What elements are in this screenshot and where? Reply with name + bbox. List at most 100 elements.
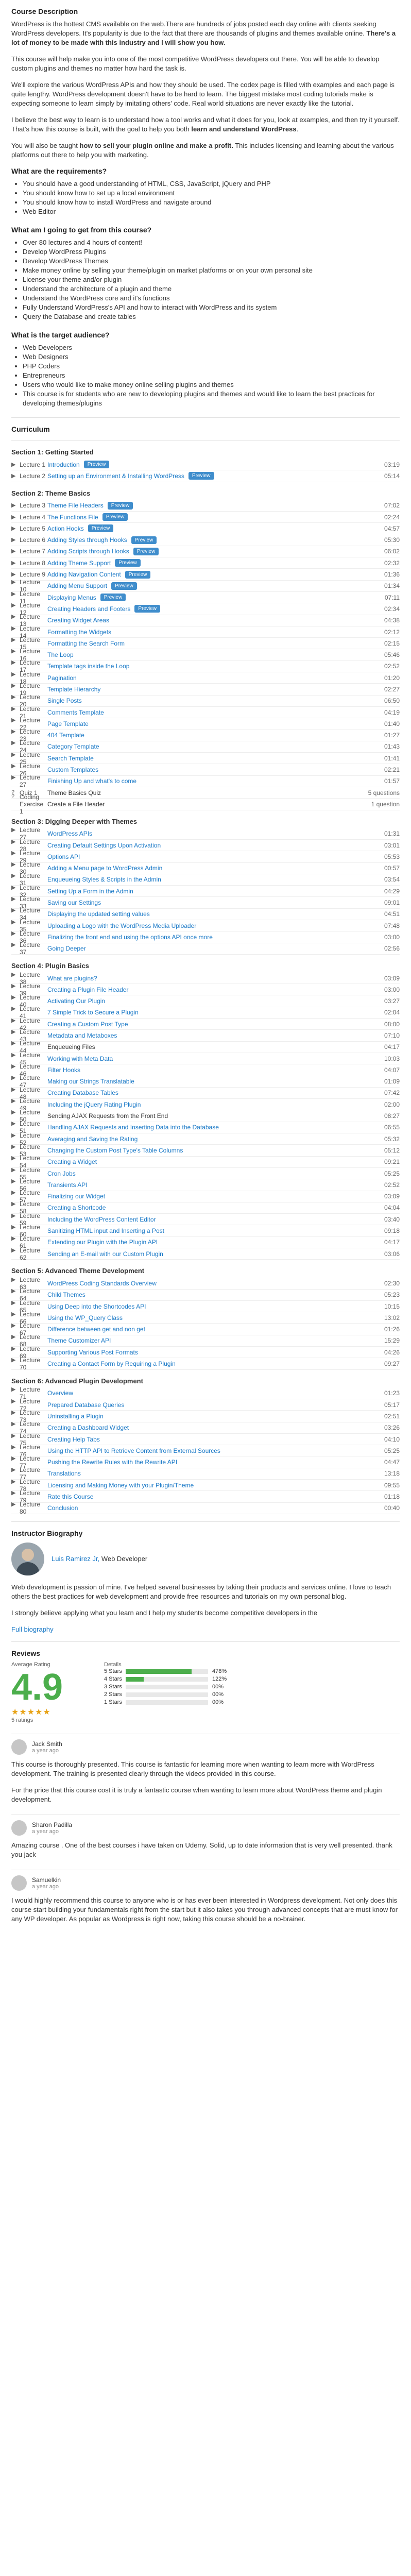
lecture-title[interactable]: Setting Up a Form in the Admin <box>47 888 358 895</box>
lecture-row[interactable]: ▶ Lecture 4 The Functions File Preview 02:24 <box>11 512 400 523</box>
lecture-row[interactable]: ▶ Lecture 64 Child Themes 05:23 <box>11 1287 400 1302</box>
lecture-title[interactable]: Filter Hooks <box>47 1066 358 1074</box>
lecture-title-text[interactable]: Activating Our Plugin <box>47 997 105 1005</box>
lecture-title-text[interactable]: Conclusion <box>47 1504 78 1512</box>
lecture-title[interactable]: Creating Widget Areas <box>47 617 358 624</box>
lecture-title[interactable]: Saving our Settings <box>47 899 358 906</box>
lecture-title[interactable]: Cron Jobs <box>47 1170 358 1177</box>
lecture-row[interactable]: ▶ Lecture 57 Finalizing our Widget 03:09 <box>11 1189 400 1204</box>
lecture-title-text[interactable]: Page Template <box>47 720 89 727</box>
lecture-title-text[interactable]: Prepared Database Queries <box>47 1401 124 1409</box>
lecture-row[interactable]: ▶ Lecture 38 What are plugins? 03:09 <box>11 971 400 986</box>
lecture-row[interactable]: ▶ Lecture 74 Creating a Dashboard Widget 03… <box>11 1420 400 1435</box>
lecture-title[interactable]: Conclusion <box>47 1504 358 1512</box>
lecture-title-text[interactable]: Creating Headers and Footers <box>47 605 130 613</box>
lecture-title-text[interactable]: Template Hierarchy <box>47 686 100 693</box>
lecture-title-text[interactable]: Search Template <box>47 755 94 762</box>
lecture-row[interactable]: ▶ Lecture 9 Adding Navigation Content Previ… <box>11 569 400 581</box>
lecture-title-text[interactable]: Saving our Settings <box>47 899 101 906</box>
lecture-title[interactable]: Adding Styles through Hooks Preview <box>47 536 358 544</box>
lecture-title-text[interactable]: Theme File Headers <box>47 502 104 509</box>
lecture-title[interactable]: Action Hooks Preview <box>47 524 358 533</box>
lecture-title-text[interactable]: Translations <box>47 1470 81 1477</box>
lecture-row[interactable]: ▶ Lecture 18 Pagination 01:20 <box>11 671 400 685</box>
lecture-row[interactable]: ▶ Lecture 44 Enqueueing Files 04:17 <box>11 1040 400 1054</box>
lecture-row[interactable]: ▶ Lecture 15 Formatting the Search Form 02:… <box>11 636 400 651</box>
lecture-row[interactable]: ▶ Lecture 72 Prepared Database Queries 05:1… <box>11 1398 400 1412</box>
instructor-name-link[interactable]: Luis Ramirez Jr, <box>52 1555 99 1563</box>
lecture-title-text[interactable]: Sending an E-mail with our Custom Plugin <box>47 1250 163 1258</box>
preview-button[interactable]: Preview <box>100 594 126 602</box>
lecture-title-text[interactable]: Creating Widget Areas <box>47 617 109 624</box>
lecture-title[interactable]: Enqueueing Files <box>47 1043 358 1050</box>
lecture-row[interactable]: ▶ Lecture 49 Including the jQuery Rating P… <box>11 1097 400 1112</box>
lecture-title[interactable]: Using the WP_Query Class <box>47 1314 358 1321</box>
lecture-title-text[interactable]: Custom Templates <box>47 766 98 773</box>
preview-button[interactable]: Preview <box>188 472 214 480</box>
lecture-title[interactable]: Theme File Headers Preview <box>47 501 358 510</box>
lecture-title-text[interactable]: Working with Meta Data <box>47 1055 113 1062</box>
lecture-title-text[interactable]: Including the jQuery Rating Plugin <box>47 1101 141 1108</box>
lecture-title[interactable]: Prepared Database Queries <box>47 1401 358 1409</box>
lecture-row[interactable]: ▶ Lecture 65 Using Deep into the Shortcode… <box>11 1299 400 1314</box>
lecture-title-text[interactable]: Creating a Custom Post Type <box>47 1021 128 1028</box>
preview-button[interactable]: Preview <box>111 582 137 590</box>
lecture-title[interactable]: Uninstalling a Plugin <box>47 1413 358 1420</box>
lecture-title[interactable]: Comments Template <box>47 709 358 716</box>
lecture-title[interactable]: Overview <box>47 1389 358 1397</box>
lecture-row[interactable]: ▶ Lecture 23 404 Template 01:27 <box>11 728 400 742</box>
lecture-title-text[interactable]: Template tags inside the Loop <box>47 663 129 670</box>
lecture-title[interactable]: Template tags inside the Loop <box>47 663 358 670</box>
lecture-row[interactable]: ▶ Lecture 48 Creating Database Tables 07:42 <box>11 1086 400 1100</box>
lecture-title[interactable]: Adding Navigation Content Preview <box>47 570 358 579</box>
lecture-row[interactable]: ▶ Lecture 54 Creating a Widget 09:21 <box>11 1155 400 1169</box>
lecture-title[interactable]: Formatting the Widgets <box>47 629 358 636</box>
lecture-title-text[interactable]: Adding Styles through Hooks <box>47 536 127 544</box>
lecture-title[interactable]: Licensing and Making Money with your Plu… <box>47 1482 358 1489</box>
lecture-title-text[interactable]: Adding Navigation Content <box>47 571 121 578</box>
lecture-title-text[interactable]: Transients API <box>47 1181 88 1189</box>
lecture-title[interactable]: Theme Basics Quiz <box>47 789 358 796</box>
lecture-title-text[interactable]: Extending our Plugin with the Plugin API <box>47 1239 158 1246</box>
lecture-title-text[interactable]: Supporting Various Post Formats <box>47 1349 138 1356</box>
lecture-row[interactable]: ▶ Lecture 78 Licensing and Making Money wi… <box>11 1478 400 1493</box>
lecture-title[interactable]: Creating a Custom Post Type <box>47 1021 358 1028</box>
lecture-title-text[interactable]: Filter Hooks <box>47 1066 80 1074</box>
lecture-title-text[interactable]: Comments Template <box>47 709 104 716</box>
lecture-title[interactable]: Displaying the updated setting values <box>47 910 358 918</box>
lecture-row[interactable]: ▶ Lecture 31 Enqueueing Styles & Scripts i… <box>11 872 400 887</box>
lecture-title[interactable]: The Functions File Preview <box>47 513 358 521</box>
lecture-title[interactable]: Introduction Preview <box>47 461 358 469</box>
lecture-title-text[interactable]: Displaying Menus <box>47 594 96 601</box>
lecture-row[interactable]: ▶ Lecture 14 Formatting the Widgets 02:12 <box>11 625 400 639</box>
lecture-title[interactable]: The Loop <box>47 651 358 658</box>
lecture-title-text[interactable]: Adding Menu Support <box>47 582 107 589</box>
lecture-title[interactable]: Finalizing our Widget <box>47 1193 358 1200</box>
lecture-title-text[interactable]: Averaging and Saving the Rating <box>47 1136 138 1143</box>
lecture-title-text[interactable]: Cron Jobs <box>47 1170 76 1177</box>
lecture-title-text[interactable]: Adding Theme Support <box>47 560 111 567</box>
lecture-row[interactable]: ? Quiz 1 Theme Basics Quiz 5 questions <box>11 787 400 799</box>
lecture-row[interactable]: ▶ Lecture 27 Finishing Up and what's to co… <box>11 774 400 788</box>
lecture-title-text[interactable]: Creating a Contact Form by Requiring a P… <box>47 1360 176 1367</box>
lecture-row[interactable]: ▶ Lecture 11 Displaying Menus Preview 07:11 <box>11 590 400 605</box>
lecture-title-text[interactable]: Creating Help Tabs <box>47 1436 100 1443</box>
lecture-row[interactable]: ▶ Lecture 63 WordPress Coding Standards Ov… <box>11 1276 400 1291</box>
lecture-row[interactable]: ▶ Lecture 2 Setting up an Environment & In… <box>11 470 400 482</box>
lecture-title-text[interactable]: Creating Database Tables <box>47 1089 118 1096</box>
lecture-title-text[interactable]: Uninstalling a Plugin <box>47 1413 104 1420</box>
lecture-row[interactable]: ▶ Lecture 52 Averaging and Saving the Rati… <box>11 1132 400 1146</box>
lecture-title[interactable]: WordPress APIs <box>47 830 358 837</box>
lecture-title-text[interactable]: Finalizing the front end and using the o… <box>47 934 213 941</box>
full-biography-link[interactable]: Full biography <box>11 1625 54 1633</box>
lecture-title[interactable]: 7 Simple Trick to Secure a Plugin <box>47 1009 358 1016</box>
lecture-title-text[interactable]: Child Themes <box>47 1291 85 1298</box>
preview-button[interactable]: Preview <box>133 547 159 555</box>
lecture-title[interactable]: Finishing Up and what's to come <box>47 777 358 785</box>
lecture-title[interactable]: Transients API <box>47 1181 358 1189</box>
lecture-title[interactable]: Including the WordPress Content Editor <box>47 1216 358 1223</box>
lecture-title-text[interactable]: WordPress APIs <box>47 830 92 837</box>
lecture-row[interactable]: ▶ Lecture 20 Single Posts 06:50 <box>11 693 400 708</box>
lecture-row[interactable]: ▶ Lecture 12 Creating Headers and Footers P… <box>11 602 400 616</box>
lecture-title[interactable]: Theme Customizer API <box>47 1337 358 1344</box>
